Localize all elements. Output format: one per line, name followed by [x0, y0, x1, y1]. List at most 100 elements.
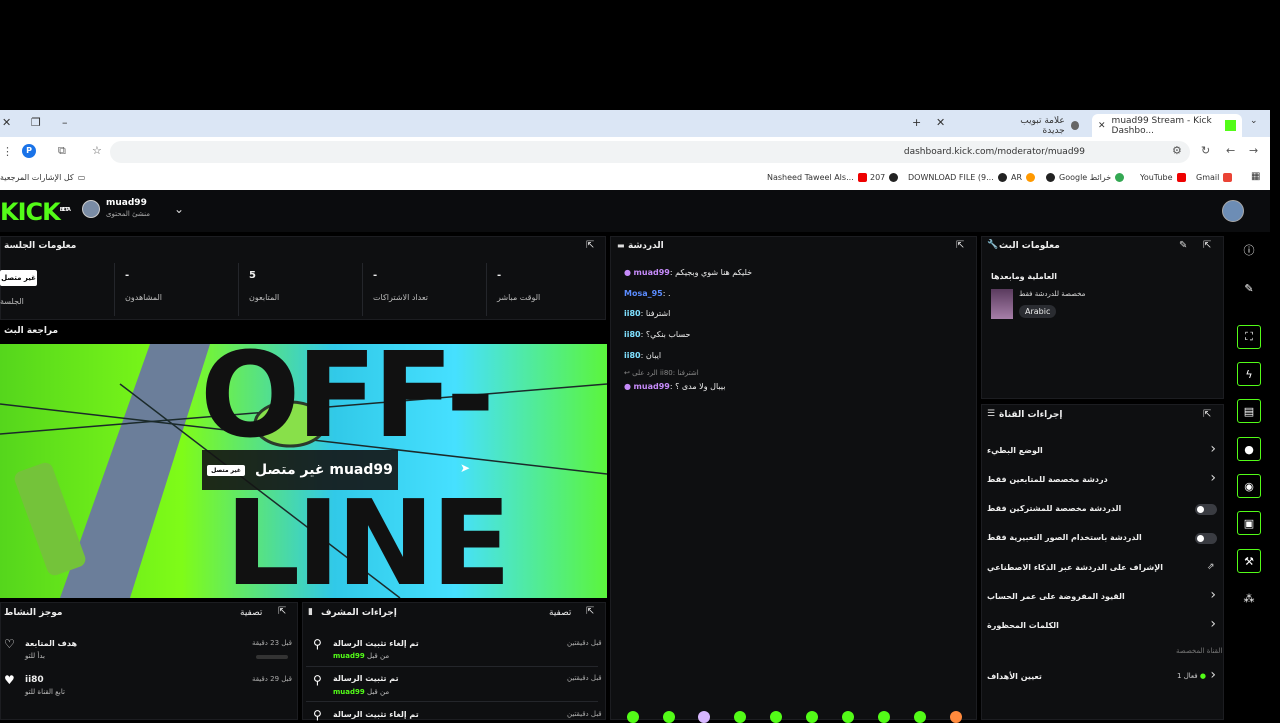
- external-link-icon[interactable]: ⇗: [1207, 562, 1215, 572]
- popout-icon[interactable]: ⇱: [586, 240, 594, 251]
- banned-words-label[interactable]: الكلمات المحظورة: [987, 621, 1059, 630]
- live-time-value: -: [497, 270, 502, 281]
- emote-icon[interactable]: [878, 711, 890, 723]
- broadcast-icon[interactable]: ◉: [1237, 474, 1261, 498]
- emote-icon[interactable]: [842, 711, 854, 723]
- user-avatar[interactable]: [1222, 200, 1244, 222]
- chevron-right-icon[interactable]: ›: [1210, 667, 1216, 683]
- popout-icon[interactable]: ⇱: [278, 606, 286, 617]
- popout-icon[interactable]: ⇱: [956, 240, 964, 251]
- chat-username[interactable]: ii80: [624, 351, 641, 360]
- new-tab-icon[interactable]: +: [912, 116, 921, 129]
- tab-search-icon[interactable]: ⌄: [1250, 116, 1258, 126]
- popout-icon[interactable]: ⇱: [1203, 240, 1211, 251]
- emote-icon[interactable]: [734, 711, 746, 723]
- category-thumbnail[interactable]: [991, 289, 1013, 319]
- forward-icon[interactable]: ←: [1226, 144, 1235, 157]
- tab-new-tab[interactable]: علامة تبويب جديدة: [995, 114, 1085, 137]
- chevron-down-icon[interactable]: ⌄: [174, 202, 184, 216]
- filter-button[interactable]: تصفية: [549, 608, 571, 618]
- bookmarks-folder[interactable]: كل الإشارات المرجعية ▭: [0, 173, 85, 182]
- emote-icon[interactable]: [663, 711, 675, 723]
- bookmark-item[interactable]: AR: [1011, 173, 1036, 182]
- chat-message[interactable]: ii80: حساب بنكي؟: [624, 330, 690, 339]
- document-icon[interactable]: ▤: [1237, 399, 1261, 423]
- back-icon[interactable]: →: [1249, 144, 1258, 157]
- edit-icon[interactable]: ✎: [1179, 240, 1187, 251]
- info-icon[interactable]: ⓘ: [1237, 238, 1261, 262]
- bookmark-label: Nasheed Taweel Als...: [767, 173, 854, 182]
- edit-icon[interactable]: ✎: [1237, 276, 1261, 300]
- extensions-icon[interactable]: ⧉: [58, 144, 66, 158]
- apps-icon[interactable]: ⁂: [1237, 586, 1261, 610]
- layout-icon[interactable]: ▣: [1237, 511, 1261, 535]
- chat-username[interactable]: Mosa_95: [624, 289, 663, 298]
- chevron-right-icon[interactable]: ›: [1210, 587, 1216, 603]
- chat-username[interactable]: muad99: [634, 382, 670, 391]
- popout-icon[interactable]: ⇱: [1203, 409, 1211, 420]
- emote-icon[interactable]: [698, 711, 710, 723]
- category-name[interactable]: مخصصة للدردشة فقط: [1019, 290, 1085, 298]
- by-label: من قبل: [367, 688, 390, 696]
- bookmark-item[interactable]: Google خرائط: [1046, 173, 1125, 182]
- reply-reference[interactable]: ↩ الرد على ii80: اشترفنا: [624, 369, 699, 377]
- emote-icon[interactable]: [627, 711, 639, 723]
- lightning-icon[interactable]: ϟ: [1237, 362, 1261, 386]
- set-goals-label[interactable]: تعيين الأهداف: [987, 672, 1042, 681]
- bookmark-item[interactable]: YouTube: [1140, 173, 1186, 182]
- mod-action-time: قبل دقيقتين: [567, 674, 602, 682]
- moderator-name[interactable]: muad99: [333, 688, 365, 696]
- chevron-right-icon[interactable]: ›: [1210, 470, 1216, 486]
- chat-username[interactable]: muad99: [634, 268, 670, 277]
- emote-icon[interactable]: [914, 711, 926, 723]
- chat-message[interactable]: ii80: ايبان: [624, 351, 661, 360]
- bookmark-item[interactable]: DOWNLOAD FILE (9...: [908, 173, 1007, 182]
- chat-username[interactable]: ii80: [624, 309, 641, 318]
- moderator-name[interactable]: muad99: [333, 652, 365, 660]
- chevron-right-icon[interactable]: ›: [1210, 616, 1216, 632]
- chat-bubble-icon[interactable]: ●: [1237, 437, 1261, 461]
- emote-icon[interactable]: [770, 711, 782, 723]
- followers-only-label[interactable]: دردشة مخصصة للمتابعين فقط: [987, 475, 1108, 484]
- slow-mode-label[interactable]: الوضع البطيء: [987, 446, 1043, 455]
- chevron-right-icon[interactable]: ›: [1210, 441, 1216, 457]
- emote-icon[interactable]: [806, 711, 818, 723]
- chat-message[interactable]: Mosa_95: .: [624, 289, 671, 298]
- stream-preview-video[interactable]: OFF- LINE غير متصل muad99 غير متصل: [0, 344, 607, 598]
- reload-icon[interactable]: ↻: [1201, 144, 1210, 157]
- emotes-only-toggle[interactable]: [1195, 533, 1217, 544]
- session-info-title: معلومات الجلسة: [4, 241, 77, 251]
- subscribers-only-toggle[interactable]: [1195, 504, 1217, 515]
- chat-username[interactable]: ii80: [624, 330, 641, 339]
- popout-icon[interactable]: ⇱: [586, 606, 594, 617]
- chat-message[interactable]: ii80: اشترفنا: [624, 309, 670, 318]
- account-age-label[interactable]: القيود المفروضة على عمر الحساب: [987, 592, 1125, 601]
- wrench-icon[interactable]: ⚒: [1237, 549, 1261, 573]
- tab-close-icon[interactable]: ✕: [936, 116, 945, 129]
- chat-message[interactable]: ● muad99: بيبال ولا مدى ؟: [624, 382, 725, 391]
- ai-moderation-label[interactable]: الإشراف على الدردشة عبر الذكاء الاصطناعي: [987, 563, 1163, 572]
- bookmark-item[interactable]: Nasheed Taweel Als...: [767, 173, 867, 182]
- avatar[interactable]: [82, 200, 100, 218]
- menu-icon[interactable]: ⋮: [2, 145, 13, 158]
- address-bar-row: ⋮ P ⧉ ☆ dashboard.kick.com/moderator/mua…: [0, 137, 1270, 167]
- close-window-icon[interactable]: ✕: [2, 116, 11, 129]
- chat-message[interactable]: ● muad99: خليكم هنا شوي وبجيكم: [624, 268, 752, 277]
- screen-capture-icon[interactable]: ⛶: [1237, 325, 1261, 349]
- kick-logo[interactable]: KICKBETA: [0, 198, 71, 226]
- emote-icon[interactable]: [950, 711, 962, 723]
- restore-window-icon[interactable]: ❐: [31, 116, 41, 129]
- bookmark-item[interactable]: 207: [870, 173, 899, 182]
- tab-kick-dashboard[interactable]: muad99 Stream - Kick Dashbo... ✕: [1092, 114, 1242, 137]
- filter-button[interactable]: تصفية: [240, 608, 262, 618]
- tab-close-icon[interactable]: ✕: [1098, 121, 1106, 131]
- site-settings-icon[interactable]: ⚙: [1172, 144, 1182, 157]
- minimize-window-icon[interactable]: –: [62, 116, 68, 129]
- url-input[interactable]: dashboard.kick.com/moderator/muad99: [110, 141, 1190, 163]
- profile-avatar[interactable]: P: [22, 144, 36, 158]
- apps-grid-icon[interactable]: ▦: [1251, 171, 1260, 182]
- youtube-icon: [1176, 173, 1186, 182]
- bookmark-star-icon[interactable]: ☆: [92, 144, 102, 157]
- divider: [306, 666, 598, 667]
- bookmark-item[interactable]: Gmail: [1196, 173, 1233, 182]
